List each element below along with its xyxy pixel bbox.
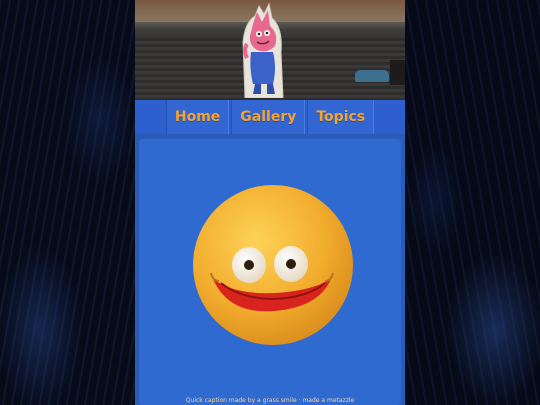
nav-topics-link[interactable]: Topics: [307, 100, 375, 134]
left-background: [0, 0, 135, 405]
nav-home-link[interactable]: Home: [165, 100, 230, 134]
header-photo: [135, 0, 405, 100]
toy-car: [355, 70, 389, 82]
right-background: [405, 0, 540, 405]
mascot-figure: [242, 2, 284, 98]
content-card: Quick caption made by a grass smile · ma…: [139, 139, 401, 405]
image-caption: Quick caption made by a grass smile · ma…: [185, 397, 355, 404]
nav-gallery-link[interactable]: Gallery: [231, 100, 306, 134]
page-column: Home Gallery Topics Quick caption made b…: [135, 0, 405, 405]
main-nav: Home Gallery Topics: [135, 100, 405, 134]
dashboard-object: [390, 60, 405, 85]
smiley-face-image: [193, 185, 353, 345]
